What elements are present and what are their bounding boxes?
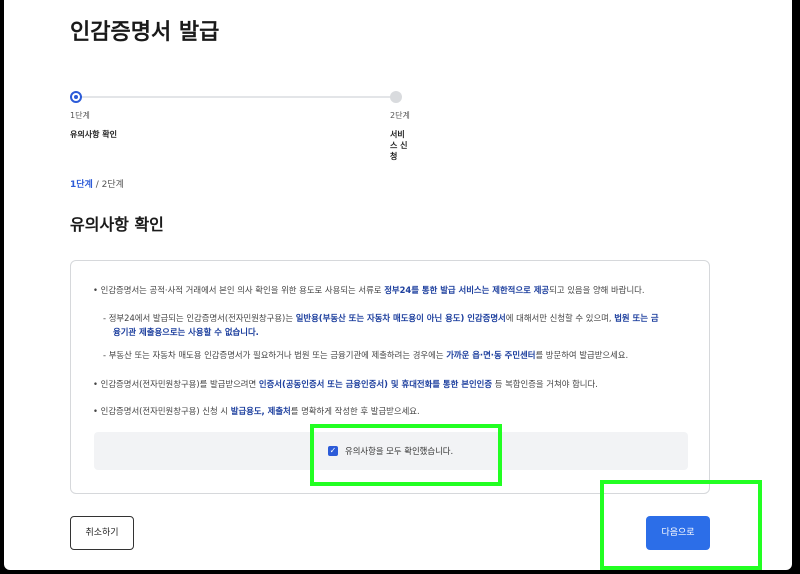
step-1-indicator xyxy=(70,91,82,103)
bullet: • xyxy=(93,406,98,416)
confirm-checkbox-label[interactable]: 유의사항을 모두 확인했습니다. xyxy=(345,445,453,457)
stepper: 1단계 유의사항 확인 2단계 서비스 신청 xyxy=(70,90,410,161)
notice-highlight: 일반용(부동산 또는 자동차 매도용이 아닌 용도) 인감증명서 xyxy=(295,313,506,323)
page-title: 인감증명서 발급 xyxy=(70,20,220,45)
breadcrumb-current: 1단계 xyxy=(70,180,93,190)
notice-highlight: 정부24를 통한 발급 서비스는 제한적으로 제공 xyxy=(384,285,550,295)
notice-highlight: 인증서(공동인증서 또는 금융인증서) 및 휴대전화를 통한 본인인증 xyxy=(258,379,493,389)
notice-text: 부동산 또는 자동차 매도용 인감증명서가 필요하거나 법원 또는 금융기관에 … xyxy=(108,350,447,360)
breadcrumb-total: 2단계 xyxy=(101,180,124,190)
notice-highlight: 발급용도, 제출처 xyxy=(230,406,291,416)
notice-item: • 인감증명서는 공적·사적 거래에서 본인 의사 확인을 위한 용도로 사용되… xyxy=(93,284,645,296)
notice-box: • 인감증명서는 공적·사적 거래에서 본인 의사 확인을 위한 용도로 사용되… xyxy=(70,260,710,494)
dash: - xyxy=(103,350,107,360)
section-title: 유의사항 확인 xyxy=(70,215,164,234)
notice-item: • 인감증명서(전자민원창구용)를 발급받으려면 인증서(공동인증서 또는 금융… xyxy=(93,378,598,390)
notice-text: 를 명확하게 작성한 후 발급받으세요. xyxy=(290,406,420,416)
step-1-name: 유의사항 확인 xyxy=(70,130,117,139)
notice-text: 인감증명서(전자민원창구용) 신청 시 xyxy=(100,406,231,416)
breadcrumb: 1단계 / 2단계 xyxy=(70,177,124,190)
notice-item: • 인감증명서(전자민원창구용) 신청 시 발급용도, 제출처를 명확하게 작성… xyxy=(93,405,420,417)
bullet: • xyxy=(93,285,98,295)
notice-text: 인감증명서(전자민원창구용)를 발급받으려면 xyxy=(100,379,259,389)
notice-text: 인감증명서는 공적·사적 거래에서 본인 의사 확인을 위한 용도로 사용되는 … xyxy=(100,285,385,295)
step-2-indicator xyxy=(390,91,402,103)
notice-subitem: - 정부24에서 발급되는 인감증명서(전자민원창구용)는 일반용(부동산 또는… xyxy=(103,312,659,324)
notice-highlight: 가까운 읍·면·동 주민센터 xyxy=(446,350,536,360)
notice-highlight: 융기관 제출용으로는 사용할 수 없습니다. xyxy=(113,327,259,337)
notice-highlight: 법원 또는 금 xyxy=(614,313,659,323)
step-2-number: 2단계 xyxy=(390,111,410,120)
confirm-area: ✓ 유의사항을 모두 확인했습니다. xyxy=(94,432,688,470)
breadcrumb-separator: / xyxy=(92,180,102,190)
cancel-button[interactable]: 취소하기 xyxy=(70,516,134,550)
step-2-name: 서비스 신청 xyxy=(390,130,408,161)
page: 인감증명서 발급 1단계 유의사항 확인 2단계 서비스 신청 1단계 / 2단… xyxy=(4,0,792,570)
next-button[interactable]: 다음으로 xyxy=(646,516,710,550)
step-1-number: 1단계 xyxy=(70,111,90,120)
notice-subitem-continued: 융기관 제출용으로는 사용할 수 없습니다. xyxy=(113,326,259,338)
notice-text: 등 복합인증을 거쳐야 합니다. xyxy=(492,379,598,389)
notice-text: 정부24에서 발급되는 인감증명서(전자민원창구용)는 xyxy=(108,313,296,323)
stepper-track xyxy=(76,96,396,98)
notice-text: 에 대해서만 신청할 수 있으며, xyxy=(505,313,615,323)
notice-text: 를 방문하여 발급받으세요. xyxy=(535,350,629,360)
dash: - xyxy=(103,313,107,323)
notice-subitem: - 부동산 또는 자동차 매도용 인감증명서가 필요하거나 법원 또는 금융기관… xyxy=(103,349,628,361)
notice-text: 되고 있음을 양해 바랍니다. xyxy=(549,285,645,295)
bullet: • xyxy=(93,379,98,389)
confirm-checkbox[interactable]: ✓ xyxy=(328,446,338,456)
